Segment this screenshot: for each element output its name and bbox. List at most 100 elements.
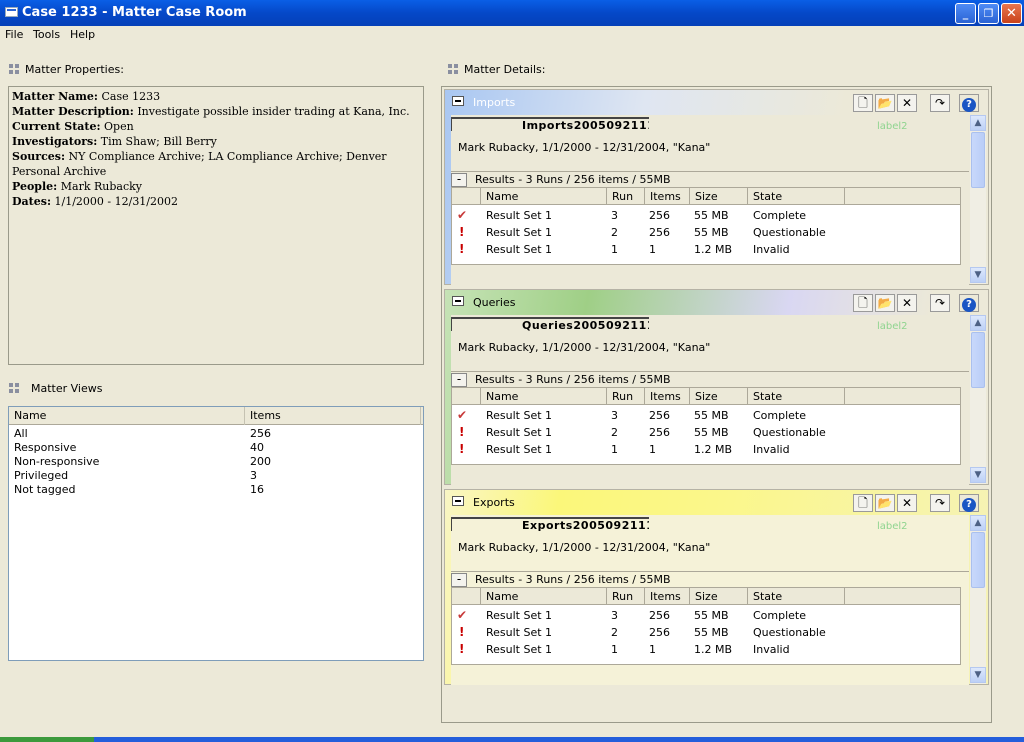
- refresh-icon[interactable]: ↷: [930, 94, 950, 112]
- property-investigators: Investigators: Tim Shaw; Bill Berry: [12, 135, 217, 148]
- matter-details-container: Imports 🗋 📂 ✕ ↷ ? Imports2005092111⁴ lab…: [441, 86, 992, 723]
- collapse-results-icon[interactable]: -: [451, 573, 467, 587]
- refresh-icon[interactable]: ↷: [930, 494, 950, 512]
- column-header-items[interactable]: Items: [245, 407, 421, 425]
- table-row[interactable]: ! Result Set 1 1 1 1.2 MB Invalid: [452, 441, 960, 458]
- table-row[interactable]: ! Result Set 1 2 256 55 MB Questionable: [452, 624, 960, 641]
- scroll-up-icon[interactable]: ▲: [970, 115, 986, 131]
- grid-header: Name Run Items Size State: [452, 188, 960, 205]
- open-folder-icon[interactable]: 📂: [875, 494, 895, 512]
- close-button[interactable]: ✕: [1001, 3, 1022, 24]
- matter-views-list[interactable]: Name Items All 256 Responsive 40 Non-respo…: [8, 406, 424, 661]
- results-grid[interactable]: Name Run Items Size State ✔ Result Set 13…: [451, 387, 961, 465]
- vertical-scrollbar[interactable]: ▲ ▼: [970, 315, 986, 484]
- column-header-state[interactable]: State: [747, 588, 845, 605]
- collapse-icon[interactable]: [452, 296, 464, 306]
- list-item[interactable]: All 256: [9, 427, 423, 441]
- table-row[interactable]: ! Result Set 1 2 256 55 MB Questionable: [452, 224, 960, 241]
- panel-title: Exports: [473, 496, 515, 509]
- list-item[interactable]: Privileged 3: [9, 469, 423, 483]
- open-folder-icon[interactable]: 📂: [875, 294, 895, 312]
- column-header-size[interactable]: Size: [689, 188, 747, 205]
- column-header-run[interactable]: Run: [606, 188, 644, 205]
- new-document-icon[interactable]: 🗋: [853, 294, 873, 312]
- column-header-name[interactable]: Name: [480, 188, 606, 205]
- matter-details-heading: Matter Details:: [448, 63, 546, 76]
- list-item[interactable]: Responsive 40: [9, 441, 423, 455]
- grip-icon: [9, 383, 19, 393]
- results-summary: Results - 3 Runs / 256 items / 55MB: [475, 373, 671, 386]
- table-row[interactable]: ✔ Result Set 1 3 256 55 MB Complete: [452, 407, 960, 424]
- table-row[interactable]: ! Result Set 1 1 1 1.2 MB Invalid: [452, 641, 960, 658]
- panel-title: Imports: [473, 96, 516, 109]
- column-header-size[interactable]: Size: [689, 388, 747, 405]
- collapse-icon[interactable]: [452, 96, 464, 106]
- exclamation-icon: !: [459, 425, 465, 439]
- check-icon: ✔: [457, 608, 468, 622]
- column-header-state[interactable]: State: [747, 388, 845, 405]
- vertical-scrollbar[interactable]: ▲ ▼: [970, 115, 986, 284]
- menu-file[interactable]: File: [5, 28, 23, 41]
- help-icon[interactable]: ?: [959, 94, 979, 112]
- collapse-icon[interactable]: [452, 496, 464, 506]
- list-item[interactable]: Non-responsive 200: [9, 455, 423, 469]
- vertical-scrollbar[interactable]: ▲ ▼: [970, 515, 986, 684]
- collapse-results-icon[interactable]: -: [451, 373, 467, 387]
- new-document-icon[interactable]: 🗋: [853, 494, 873, 512]
- help-icon[interactable]: ?: [959, 294, 979, 312]
- table-row[interactable]: ✔ Result Set 1 3 256 55 MB Complete: [452, 207, 960, 224]
- panel-name-field: Exports2005092111⁴: [451, 517, 649, 531]
- maximize-button[interactable]: ❐: [978, 3, 999, 24]
- property-current-state: Current State: Open: [12, 120, 134, 133]
- scroll-down-icon[interactable]: ▼: [970, 267, 986, 283]
- column-header-size[interactable]: Size: [689, 588, 747, 605]
- column-header-name[interactable]: Name: [9, 407, 245, 425]
- panel-name-field: Imports2005092111⁴: [451, 117, 649, 131]
- results-grid[interactable]: Name Run Items Size State ✔ Result Set 13…: [451, 587, 961, 665]
- imports-panel: Imports 🗋 📂 ✕ ↷ ? Imports2005092111⁴ lab…: [444, 89, 989, 285]
- exports-panel: Exports 🗋 📂 ✕ ↷ ? Exports2005092111⁴ lab…: [444, 489, 989, 685]
- scroll-thumb[interactable]: [971, 132, 985, 188]
- queries-panel: Queries 🗋 📂 ✕ ↷ ? Queries2005092111 labe…: [444, 289, 989, 485]
- check-icon: ✔: [457, 208, 468, 222]
- list-header: Name Items: [9, 407, 423, 425]
- menu-tools[interactable]: Tools: [33, 28, 60, 41]
- column-header-items[interactable]: Items: [644, 388, 689, 405]
- results-header: - Results - 3 Runs / 256 items / 55MB: [451, 371, 969, 387]
- scroll-thumb[interactable]: [971, 532, 985, 588]
- results-summary: Results - 3 Runs / 256 items / 55MB: [475, 573, 671, 586]
- scroll-up-icon[interactable]: ▲: [970, 315, 986, 331]
- refresh-icon[interactable]: ↷: [930, 294, 950, 312]
- panel-name-field: Queries2005092111: [451, 317, 649, 331]
- delete-icon[interactable]: ✕: [897, 494, 917, 512]
- help-icon[interactable]: ?: [959, 494, 979, 512]
- menu-help[interactable]: Help: [70, 28, 95, 41]
- results-grid[interactable]: Name Run Items Size State ✔ Result Set 13…: [451, 187, 961, 265]
- column-header-state[interactable]: State: [747, 188, 845, 205]
- column-header-name[interactable]: Name: [480, 388, 606, 405]
- matter-properties-box: Matter Name: Case 1233 Matter Descriptio…: [8, 86, 424, 365]
- scroll-thumb[interactable]: [971, 332, 985, 388]
- new-document-icon[interactable]: 🗋: [853, 94, 873, 112]
- column-header-items[interactable]: Items: [644, 588, 689, 605]
- column-header-run[interactable]: Run: [606, 388, 644, 405]
- minimize-button[interactable]: _: [955, 3, 976, 24]
- list-item[interactable]: Not tagged 16: [9, 483, 423, 497]
- scroll-down-icon[interactable]: ▼: [970, 467, 986, 483]
- start-button[interactable]: [0, 737, 94, 742]
- scroll-up-icon[interactable]: ▲: [970, 515, 986, 531]
- menu-bar: File Tools Help: [0, 26, 1024, 44]
- scroll-down-icon[interactable]: ▼: [970, 667, 986, 683]
- open-folder-icon[interactable]: 📂: [875, 94, 895, 112]
- column-header-run[interactable]: Run: [606, 588, 644, 605]
- table-row[interactable]: ✔ Result Set 1 3 256 55 MB Complete: [452, 607, 960, 624]
- delete-icon[interactable]: ✕: [897, 294, 917, 312]
- table-row[interactable]: ! Result Set 1 1 1 1.2 MB Invalid: [452, 241, 960, 258]
- column-header-name[interactable]: Name: [480, 588, 606, 605]
- exclamation-icon: !: [459, 625, 465, 639]
- collapse-results-icon[interactable]: -: [451, 173, 467, 187]
- table-row[interactable]: ! Result Set 1 2 256 55 MB Questionable: [452, 424, 960, 441]
- property-sources: Sources: NY Compliance Archive; LA Compl…: [12, 150, 387, 178]
- delete-icon[interactable]: ✕: [897, 94, 917, 112]
- column-header-items[interactable]: Items: [644, 188, 689, 205]
